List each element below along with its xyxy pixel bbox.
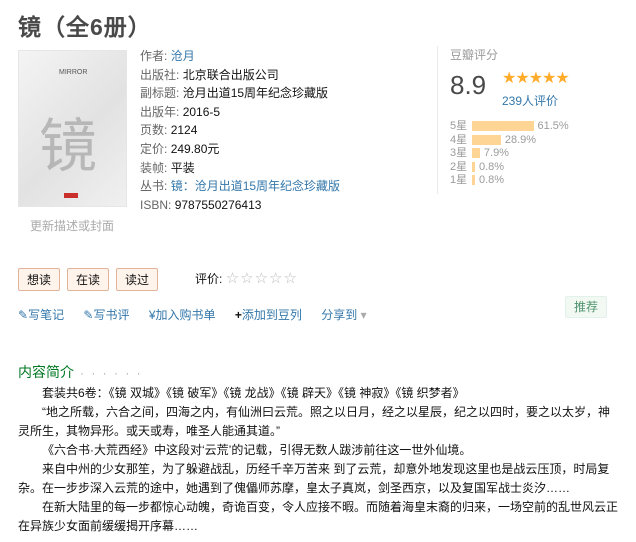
intro-text: 套装共6卷：《镜 双城》《镜 破军》《镜 龙战》《镜 辟天》《镜 神寂》《镜 织…	[18, 384, 618, 536]
have-read-button[interactable]: 读过	[116, 268, 159, 291]
rating-bar-row: 5星 61.5%	[450, 120, 569, 134]
info-row: 副标题: 沧月出道15周年纪念珍藏版	[140, 84, 340, 103]
update-cover-link[interactable]: 更新描述或封面	[30, 217, 114, 234]
pencil-icon: ✎	[83, 308, 94, 322]
reading-status-actions: 想读 在读 读过	[18, 268, 165, 291]
rating-bar-percent: 0.8%	[479, 174, 505, 186]
rating-distribution: 5星 61.5% 4星 28.9% 3星 7.9% 2星 0.8% 1星 0.8%	[450, 120, 569, 188]
book-title: 镜（全6册）	[18, 14, 152, 40]
rate-label: 评价:	[195, 272, 223, 286]
info-value[interactable]: 镜：沧月出道15周年纪念珍藏版	[171, 179, 340, 193]
info-row: 丛书: 镜：沧月出道15周年纪念珍藏版	[140, 177, 340, 196]
info-row: 作者: 沧月	[140, 47, 340, 66]
rating-bar-percent: 28.9%	[504, 133, 537, 146]
intro-paragraph: 《六合书·大荒西经》中这段对‘云荒’的记载，引得无数人跋涉前往这一世外仙境。	[42, 443, 472, 457]
rating-bar-row: 1星 0.8%	[450, 174, 569, 188]
info-key: 页数:	[140, 123, 168, 138]
rating-bar-percent: 7.9%	[483, 147, 509, 159]
chevron-down-icon: ▾	[360, 308, 367, 322]
info-value: 沧月出道15周年纪念珍藏版	[182, 86, 329, 101]
rating-bar-row: 4星 28.9%	[450, 134, 569, 148]
book-cover[interactable]: MIRROR 镜	[18, 50, 127, 207]
intro-paragraph: 套装共6卷：《镜 双城》《镜 破军》《镜 龙战》《镜 辟天》《镜 神寂》《镜 织…	[42, 386, 465, 400]
rating-bar-label: 3星	[450, 147, 468, 159]
my-rating: 评价: ☆☆☆☆☆	[195, 269, 298, 287]
empty-star-icon[interactable]: ☆☆☆☆☆	[226, 270, 298, 287]
rating-bar-row: 3星 7.9%	[450, 147, 569, 161]
info-key: 出版年:	[140, 104, 180, 119]
intro-paragraph: “地之所载，六合之间，四海之内，有仙洲曰云荒。照之以日月，经之以星辰，纪之以四时…	[18, 405, 611, 438]
rating-bar-row: 2星 0.8%	[450, 161, 569, 175]
rating-label: 豆瓣评分	[450, 48, 499, 62]
write-review-button[interactable]: ✎写书评	[83, 308, 129, 322]
info-value: 9787550276413	[174, 197, 262, 212]
info-value: 2016-5	[182, 104, 221, 119]
info-key: 丛书:	[140, 179, 168, 194]
rating-bar-fill	[472, 161, 475, 172]
info-value[interactable]: 沧月	[171, 49, 195, 63]
rating-bar-label: 2星	[450, 160, 468, 173]
info-value: 平装	[170, 160, 195, 175]
rating-bar-percent: 0.8%	[479, 160, 505, 173]
info-key: 作者:	[140, 49, 168, 63]
rating-bar-fill	[472, 148, 480, 159]
rating-bar-label: 5星	[450, 120, 468, 132]
star-rating-icon: ★★★★★	[502, 70, 570, 87]
share-button[interactable]: 分享到 ▾	[321, 308, 366, 322]
info-value: 北京联合出版公司	[182, 67, 279, 82]
info-value: 2124	[170, 123, 198, 138]
info-key: ISBN:	[140, 197, 172, 212]
info-row: 出版年: 2016-5	[140, 103, 340, 122]
pencil-icon: ✎	[18, 308, 29, 322]
info-row: 页数: 2124	[140, 121, 340, 140]
rating-score: 8.9	[450, 70, 487, 100]
recommend-button[interactable]: 推荐	[565, 296, 607, 318]
info-key: 装帧:	[140, 160, 168, 175]
book-info: 作者: 沧月 出版社: 北京联合出版公司 副标题: 沧月出道15周年纪念珍藏版 出版年…	[140, 47, 340, 214]
add-to-doulist-button[interactable]: +添加到豆列	[235, 308, 302, 322]
publisher-logo	[64, 193, 78, 198]
info-row: 出版社: 北京联合出版公司	[140, 66, 340, 85]
cover-title-char: 镜	[39, 112, 98, 180]
heading-dots: · · · · · ·	[80, 366, 143, 380]
intro-paragraph: 在新大陆里的每一步都惊心动魄，奇诡百变，令人应接不暇。而随着海皇末裔的归来，一场…	[18, 500, 619, 533]
rating-bar-fill	[472, 134, 501, 145]
cover-small-text: MIRROR	[59, 69, 88, 76]
info-key: 出版社:	[140, 67, 180, 82]
intro-heading: 内容简介 · · · · · ·	[18, 364, 143, 380]
write-note-button[interactable]: ✎写笔记	[18, 308, 64, 322]
plus-icon: +	[234, 308, 242, 322]
add-to-cart-button[interactable]: ¥加入购书单	[149, 308, 216, 322]
intro-paragraph: 来自中州的少女那笙，为了躲避战乱，历经千辛万苦来 到了云荒，却意外地发现这里也是…	[18, 462, 610, 495]
info-row: ISBN: 9787550276413	[140, 196, 340, 215]
info-value: 249.80元	[170, 141, 220, 156]
info-row: 装帧: 平装	[140, 159, 340, 178]
rating-bar-label: 4星	[450, 133, 468, 146]
info-row: 定价: 249.80元	[140, 140, 340, 159]
yen-icon: ¥	[148, 308, 156, 322]
book-tools: ✎写笔记 ✎写书评 ¥加入购书单 +添加到豆列 分享到 ▾	[18, 306, 383, 323]
rating-bar-label: 1星	[450, 174, 468, 186]
info-key: 定价:	[140, 141, 168, 156]
reading-button[interactable]: 在读	[67, 268, 110, 291]
want-to-read-button[interactable]: 想读	[18, 268, 61, 291]
rating-bar-fill	[472, 121, 534, 132]
rating-panel: 豆瓣评分 8.9 ★★★★★ 239人评价 5星 61.5% 4星 28.9% 3星 7.…	[437, 46, 636, 194]
rating-bar-fill	[472, 175, 475, 186]
rating-count-link[interactable]: 239人评价	[502, 92, 558, 109]
info-key: 副标题:	[140, 86, 180, 101]
rating-bar-percent: 61.5%	[537, 120, 569, 132]
